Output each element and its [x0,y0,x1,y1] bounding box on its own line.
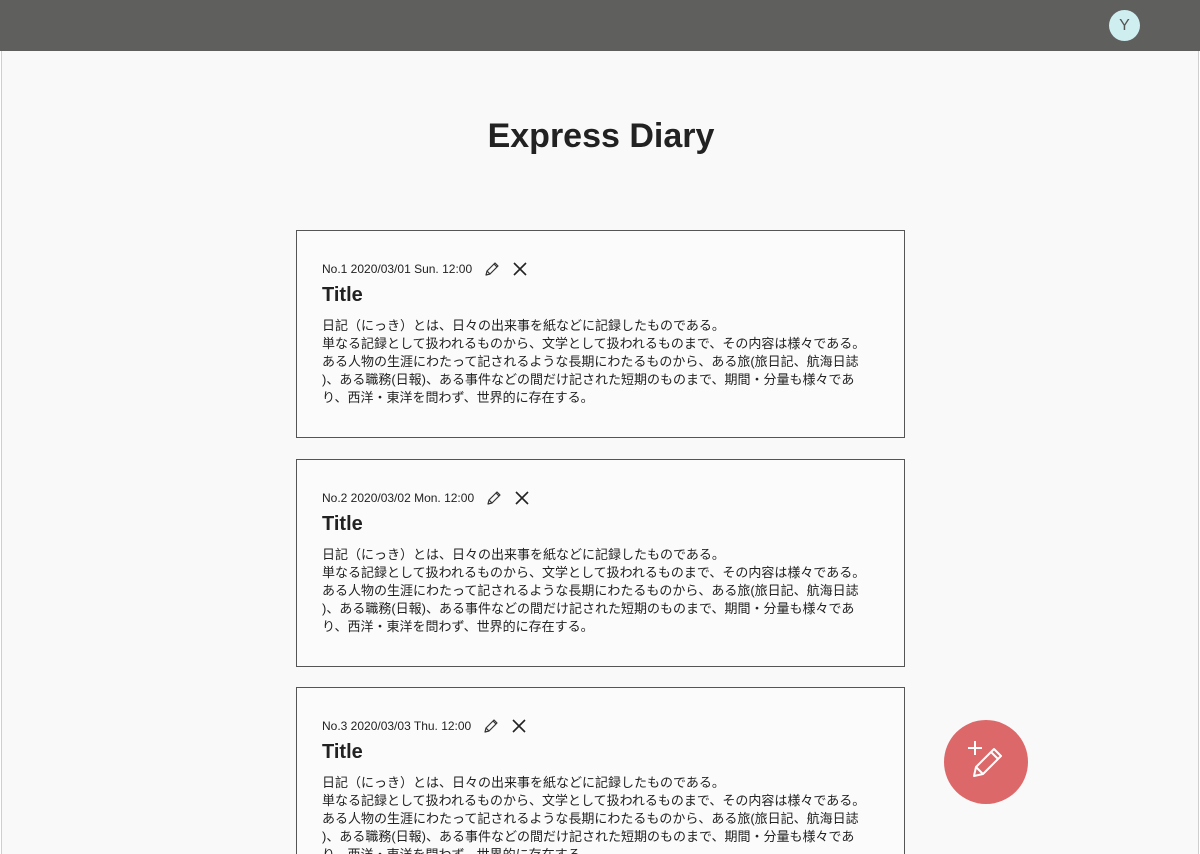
entry-title: Title [322,284,363,306]
entry-body-line: ある人物の生涯にわたって記されるような長期にわたるものから、ある旅(旅日記、航海… [322,811,859,826]
new-entry-button[interactable] [944,720,1028,804]
entry-meta: No.2 2020/03/02 Mon. 12:00 [322,491,475,505]
entry-body-line: り、西洋・東洋を問わず、世界的に存在する。 [322,619,594,634]
new-entry-icon [962,736,1010,789]
card-meta: No.1 2020/03/01 Sun. 12:00 [322,259,538,279]
entry-body-line: )、ある職務(日報)、ある事件などの間だけ記された短期のものまで、期間・分量も様… [322,829,855,844]
diary-card: No.1 2020/03/01 Sun. 12:00 Title 日記（にっき）… [296,230,905,438]
user-avatar[interactable]: Y [1109,10,1140,41]
entry-meta: No.1 2020/03/01 Sun. 12:00 [322,262,473,276]
entry-body: 日記（にっき）とは、日々の出来事を紙などに記録したものである。 単なる記録として… [322,774,892,854]
entry-meta: No.3 2020/03/03 Thu. 12:00 [322,719,472,733]
close-icon[interactable] [509,716,529,736]
entry-body-line: )、ある職務(日報)、ある事件などの間だけ記された短期のものまで、期間・分量も様… [322,372,855,387]
close-icon[interactable] [510,259,530,279]
entry-title: Title [322,513,363,535]
top-bar: Y [0,0,1200,51]
main-page: Express Diary No.1 2020/03/01 Sun. 12:00… [1,51,1199,854]
entry-body-line: ある人物の生涯にわたって記されるような長期にわたるものから、ある旅(旅日記、航海… [322,354,859,369]
diary-card: No.3 2020/03/03 Thu. 12:00 Title 日記（にっき）… [296,687,905,854]
entry-body-line: 単なる記録として扱われるものから、文学として扱われるものまで、その内容は様々であ… [322,565,866,580]
entry-body-line: り、西洋・東洋を問わず、世界的に存在する。 [322,390,594,405]
card-meta: No.2 2020/03/02 Mon. 12:00 [322,488,540,508]
pencil-icon[interactable] [482,259,502,279]
entry-body: 日記（にっき）とは、日々の出来事を紙などに記録したものである。 単なる記録として… [322,546,892,636]
entry-body-line: り、西洋・東洋を問わず、世界的に存在する。 [322,846,892,854]
entry-body: 日記（にっき）とは、日々の出来事を紙などに記録したものである。 単なる記録として… [322,317,892,407]
entry-body-line: 日記（にっき）とは、日々の出来事を紙などに記録したものである。 [322,318,725,333]
card-meta: No.3 2020/03/03 Thu. 12:00 [322,716,537,736]
entry-body-line: 単なる記録として扱われるものから、文学として扱われるものまで、その内容は様々であ… [322,793,866,808]
entry-body-line: 日記（にっき）とは、日々の出来事を紙などに記録したものである。 [322,775,725,790]
pencil-icon[interactable] [481,716,501,736]
entry-body-line: 単なる記録として扱われるものから、文学として扱われるものまで、その内容は様々であ… [322,336,866,351]
diary-card: No.2 2020/03/02 Mon. 12:00 Title 日記（にっき）… [296,459,905,667]
page-title: Express Diary [487,117,715,155]
entry-body-line: ある人物の生涯にわたって記されるような長期にわたるものから、ある旅(旅日記、航海… [322,583,859,598]
entry-body-line: )、ある職務(日報)、ある事件などの間だけ記された短期のものまで、期間・分量も様… [322,601,855,616]
entry-title: Title [322,741,363,763]
close-icon[interactable] [512,488,532,508]
entry-body-line: 日記（にっき）とは、日々の出来事を紙などに記録したものである。 [322,547,725,562]
pencil-icon[interactable] [484,488,504,508]
